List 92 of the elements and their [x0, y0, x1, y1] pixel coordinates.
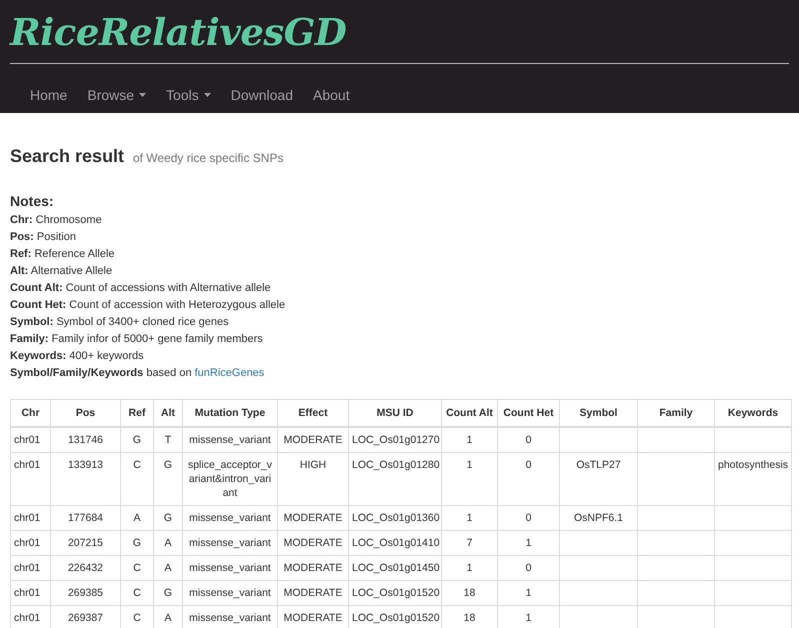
table-cell: missense_variant: [182, 556, 278, 580]
table-cell: missense_variant: [182, 506, 278, 530]
nav-link[interactable]: Home: [20, 79, 78, 111]
table-cell: photosynthesis: [714, 452, 792, 506]
table-cell: C: [120, 452, 154, 506]
nav-link[interactable]: Download: [220, 79, 303, 111]
note-line: Symbol: Symbol of 3400+ cloned rice genes: [10, 315, 230, 330]
note-line: Symbol/Family/Keywords based on funRiceGenes: [10, 366, 266, 381]
nav-link[interactable]: Browse: [77, 79, 156, 111]
table-cell: 133913: [50, 452, 120, 506]
table-cell: 0: [498, 427, 560, 452]
note-line: Count Het: Count of accession with Heterozygous allele: [10, 298, 286, 313]
note-line: Chr: Chromosome: [10, 213, 103, 228]
table-cell: LOC_Os01g01270: [348, 427, 442, 452]
nav-link[interactable]: About: [303, 79, 360, 111]
table-cell: G: [154, 506, 182, 530]
table-cell: chr01: [10, 427, 50, 452]
table-cell: 0: [498, 452, 560, 506]
table-cell: 207215: [50, 530, 120, 556]
table-cell: 0: [498, 556, 560, 580]
note-line: Alt: Alternative Allele: [10, 264, 114, 279]
table-cell: A: [120, 506, 154, 530]
table-cell: chr01: [10, 556, 50, 580]
table-cell: C: [120, 556, 154, 580]
table-cell: LOC_Os01g01520: [348, 580, 442, 606]
table-cell: 1: [442, 427, 498, 452]
page-title: Search result: [10, 146, 124, 166]
table-cell: 1: [442, 452, 498, 506]
table-cell: MODERATE: [278, 580, 348, 606]
table-cell: chr01: [10, 506, 50, 530]
caret-icon: [204, 93, 211, 97]
table-cell: 226432: [50, 556, 120, 580]
column-header: Mutation Type: [182, 400, 278, 427]
table-cell: chr01: [10, 580, 50, 606]
note-line: Ref: Reference Allele: [10, 247, 116, 262]
table-cell: G: [154, 580, 182, 606]
caret-icon: [139, 93, 146, 97]
table-cell: G: [154, 452, 182, 506]
column-header: Effect: [278, 400, 348, 427]
table-cell: chr01: [10, 530, 50, 556]
table-cell: 7: [442, 530, 498, 556]
table-cell: HIGH: [278, 452, 348, 506]
column-header: Family: [638, 400, 714, 427]
column-header: Keywords: [714, 400, 792, 427]
table-cell: MODERATE: [278, 556, 348, 580]
table-cell: chr01: [10, 606, 50, 628]
column-header: Count Alt: [442, 400, 498, 427]
table-cell: 18: [442, 580, 498, 606]
table-cell: 0: [498, 506, 560, 530]
column-header: MSU ID: [348, 400, 442, 427]
table-cell: LOC_Os01g01450: [348, 556, 442, 580]
table-cell: missense_variant: [182, 427, 278, 452]
table-cell: LOC_Os01g01410: [348, 530, 442, 556]
note-line: Count Alt: Count of accessions with Alternative allele: [10, 281, 272, 296]
table-cell: splice_acceptor_variant&intron_variant: [182, 452, 278, 506]
column-header: Chr: [10, 400, 50, 427]
column-header: Symbol: [560, 400, 638, 427]
table-cell: LOC_Os01g01280: [348, 452, 442, 506]
table-cell: 1: [442, 506, 498, 530]
table-cell: 269385: [50, 580, 120, 606]
column-header: Pos: [50, 400, 120, 427]
table-cell: MODERATE: [278, 530, 348, 556]
table-cell: 1: [498, 580, 560, 606]
note-line: Family: Family infor of 5000+ gene family members: [10, 332, 264, 347]
table-cell: G: [120, 530, 154, 556]
table-cell: C: [120, 580, 154, 606]
notes-title: Notes:: [10, 192, 55, 210]
table-cell: A: [154, 530, 182, 556]
table-cell: missense_variant: [182, 530, 278, 556]
table-cell: 1: [498, 530, 560, 556]
table-cell: G: [120, 427, 154, 452]
table-cell: OsTLP27: [560, 452, 638, 506]
table-cell: MODERATE: [278, 427, 348, 452]
page-subtitle: of Weedy rice specific SNPs: [132, 151, 284, 165]
funricegenes-link[interactable]: funRiceGenes: [194, 367, 264, 379]
table-cell: 131746: [50, 427, 120, 452]
table-cell: 1: [442, 556, 498, 580]
table-cell: LOC_Os01g01360: [348, 506, 442, 530]
table-cell: T: [154, 427, 182, 452]
note-line: Pos: Position: [10, 230, 78, 245]
table-cell: OsNPF6.1: [560, 506, 638, 530]
table-cell: chr01: [10, 452, 50, 506]
table-cell: missense_variant: [182, 580, 278, 606]
note-line: Keywords: 400+ keywords: [10, 349, 145, 364]
site-title[interactable]: RiceRelativesGD: [10, 0, 346, 55]
table-cell: 177684: [50, 506, 120, 530]
table-cell: A: [154, 556, 182, 580]
nav-link[interactable]: Tools: [156, 79, 221, 111]
column-header: Ref: [120, 400, 154, 427]
table-cell: MODERATE: [278, 506, 348, 530]
column-header: Count Het: [498, 400, 560, 427]
column-header: Alt: [154, 400, 182, 427]
